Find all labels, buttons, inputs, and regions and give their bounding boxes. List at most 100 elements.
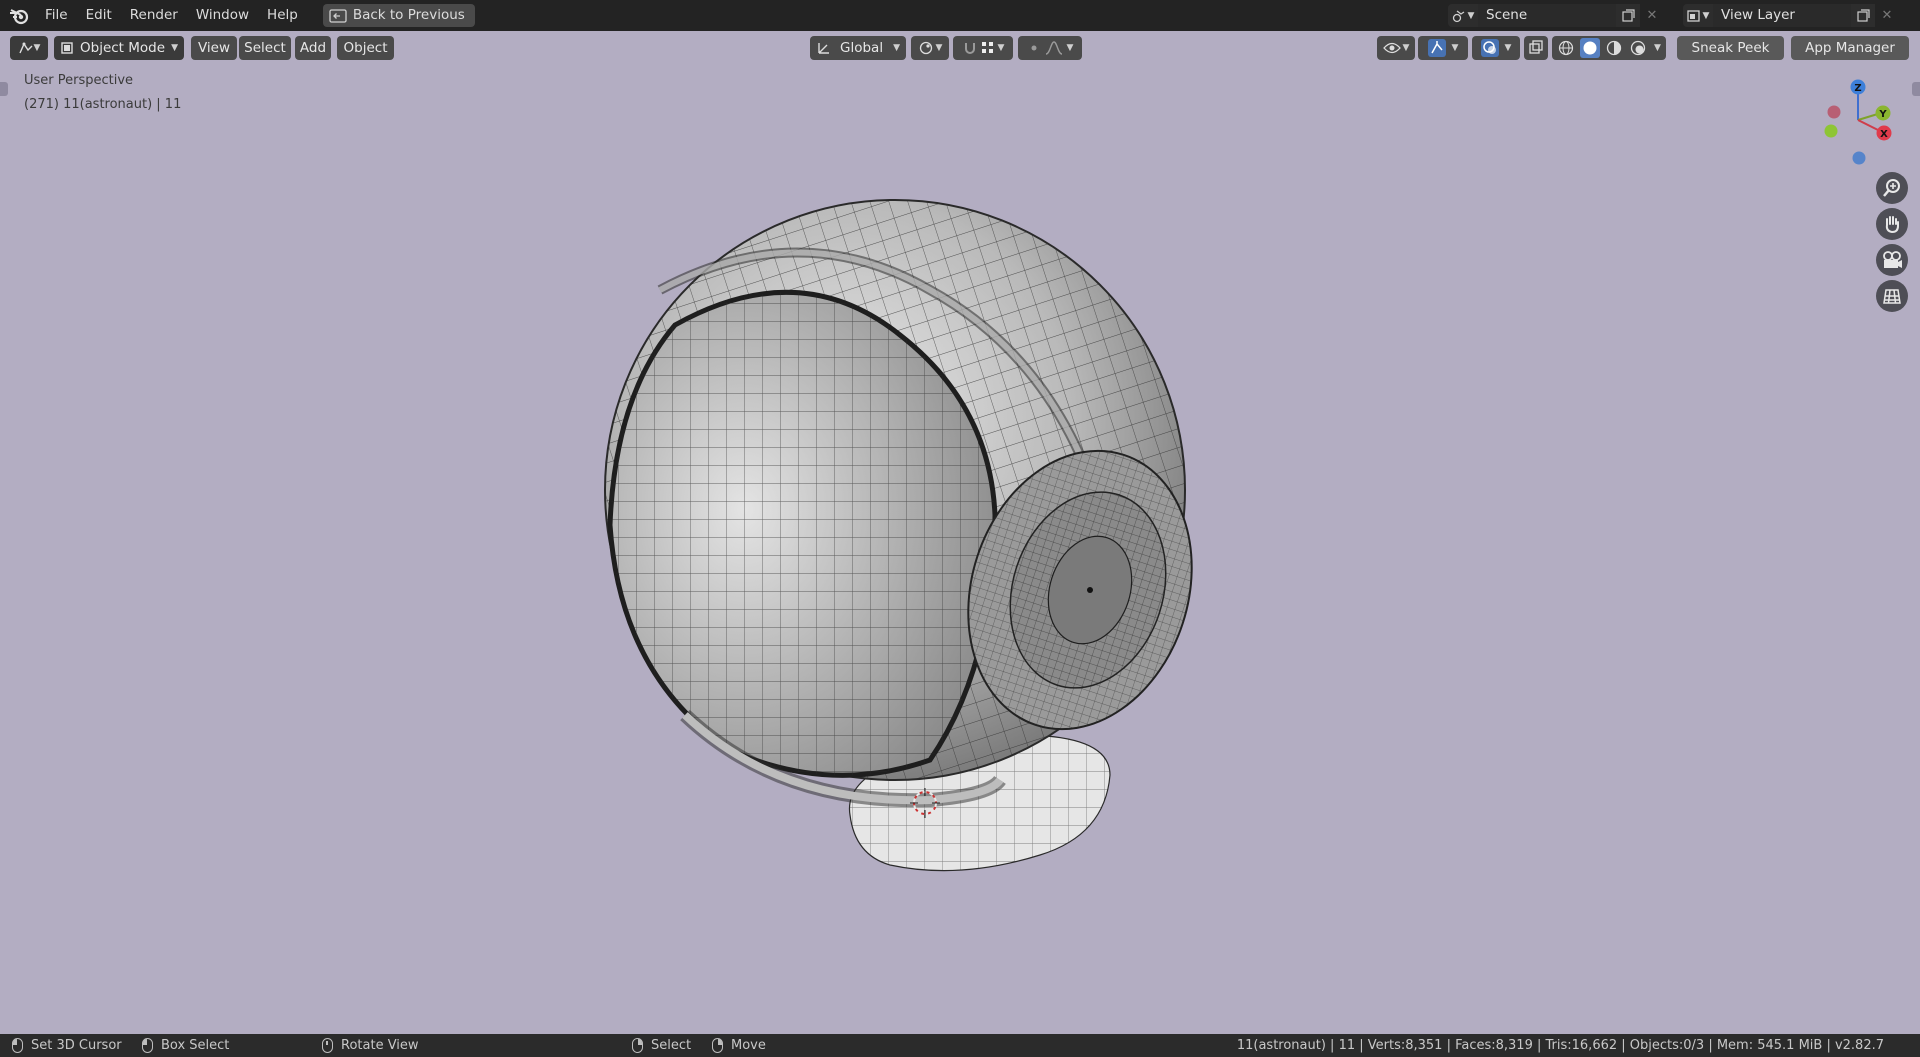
chevron-down-icon: ▼: [997, 43, 1005, 53]
close-icon: ✕: [1881, 8, 1893, 23]
mouse-right-icon: [632, 1038, 643, 1053]
pan-hand-icon: [1885, 216, 1899, 234]
status-move: Move: [712, 1034, 766, 1057]
object-mode-dropdown[interactable]: Object Mode ▼: [54, 36, 184, 60]
menu-window[interactable]: Window: [187, 0, 258, 31]
astronaut-helmet-model[interactable]: [600, 195, 1200, 875]
xray-toggle[interactable]: [1524, 36, 1548, 60]
delete-scene-button[interactable]: ✕: [1640, 4, 1664, 27]
mouse-middle-icon: [322, 1038, 333, 1053]
new-view-layer-button[interactable]: [1851, 4, 1875, 27]
camera-view-button[interactable]: [1876, 244, 1908, 276]
add-menu-button[interactable]: Add: [295, 36, 331, 60]
status-rotate-view: Rotate View: [322, 1034, 419, 1057]
menu-help[interactable]: Help: [258, 0, 307, 31]
overlay-toggle[interactable]: ▼: [1472, 36, 1520, 60]
app-manager-button[interactable]: App Manager: [1791, 36, 1909, 60]
object-mode-label: Object Mode: [80, 40, 166, 56]
chevron-down-icon[interactable]: ▼: [1654, 36, 1661, 60]
sidebar-region-toggle[interactable]: [1912, 82, 1920, 96]
back-to-previous-button[interactable]: Back to Previous: [322, 4, 475, 27]
chevron-down-icon: ▼: [1402, 43, 1410, 53]
snap-icon: [964, 43, 975, 54]
chevron-down-icon: ▼: [1504, 43, 1512, 53]
status-select-label: Select: [651, 1038, 692, 1053]
object-info-label: (271) 11(astronaut) | 11: [24, 97, 182, 112]
camera-icon: [1883, 251, 1902, 268]
view-menu-button[interactable]: View: [191, 36, 237, 60]
status-box-select: Box Select: [142, 1034, 229, 1057]
toolbar-region-toggle[interactable]: [0, 82, 8, 96]
back-icon: [329, 8, 347, 23]
select-menu-button[interactable]: Select: [239, 36, 291, 60]
menu-edit[interactable]: Edit: [77, 0, 121, 31]
zoom-button[interactable]: [1876, 172, 1908, 204]
scene-name-field[interactable]: Scene: [1478, 4, 1616, 27]
view-layer-name-field[interactable]: View Layer: [1713, 4, 1851, 27]
grid-icon: [1883, 289, 1901, 304]
editor-type-button[interactable]: ▼: [10, 36, 48, 60]
solid-shading-icon[interactable]: [1580, 38, 1600, 58]
mouse-left-icon: [12, 1038, 23, 1053]
orientation-label: Global: [840, 40, 884, 56]
gizmo-x-label: X: [1880, 129, 1888, 140]
view-layer-icon[interactable]: ▼: [1683, 4, 1713, 27]
object-menu-button[interactable]: Object: [337, 36, 394, 60]
mouse-drag-icon: [142, 1038, 153, 1053]
gizmo-icon: [1427, 39, 1446, 57]
menu-render[interactable]: Render: [121, 0, 187, 31]
scene-statistics: 11(astronaut) | 11 | Verts:8,351 | Faces…: [1236, 1038, 1884, 1053]
gizmo-toggle[interactable]: ▼: [1418, 36, 1468, 60]
visibility-icon: [1382, 42, 1401, 54]
xray-icon: [1529, 40, 1543, 54]
zoom-icon: [1883, 179, 1900, 197]
new-scene-button[interactable]: [1616, 4, 1640, 27]
back-to-previous-label: Back to Previous: [352, 7, 465, 23]
pivot-icon: [919, 41, 932, 55]
status-move-label: Move: [731, 1038, 766, 1053]
chevron-down-icon: ▼: [33, 43, 41, 53]
status-rotate-view-label: Rotate View: [341, 1038, 419, 1053]
wireframe-shading-icon[interactable]: [1556, 38, 1576, 58]
blender-logo-icon[interactable]: [2, 0, 36, 31]
navigation-gizmo[interactable]: Z Y X: [1815, 73, 1895, 173]
delete-view-layer-button[interactable]: ✕: [1875, 4, 1899, 27]
chevron-down-icon: ▼: [935, 43, 943, 53]
chevron-down-icon: ▼: [1066, 43, 1074, 53]
scene-selector: ▼ Scene ✕: [1448, 4, 1664, 27]
status-select: Select: [632, 1034, 691, 1057]
pivot-point-dropdown[interactable]: ▼: [911, 36, 949, 60]
chevron-down-icon: ▼: [893, 43, 900, 53]
status-set-cursor: Set 3D Cursor: [12, 1034, 122, 1057]
material-shading-icon[interactable]: [1604, 38, 1624, 58]
overlay-icon: [1480, 39, 1499, 57]
chevron-down-icon: ▼: [1451, 43, 1459, 53]
sneak-peek-button[interactable]: Sneak Peek: [1677, 36, 1784, 60]
mouse-right-drag-icon: [712, 1038, 723, 1053]
orientation-dropdown[interactable]: Global ▼: [810, 36, 906, 60]
visibility-dropdown[interactable]: ▼: [1377, 36, 1415, 60]
menu-file[interactable]: File: [36, 0, 77, 31]
status-set-cursor-label: Set 3D Cursor: [31, 1038, 122, 1053]
rendered-shading-icon[interactable]: [1628, 38, 1648, 58]
status-bar: Set 3D Cursor Box Select Rotate View Sel…: [0, 1034, 1920, 1057]
close-icon: ✕: [1646, 8, 1658, 23]
snap-group[interactable]: ▼: [953, 36, 1013, 60]
ortho-toggle-button[interactable]: [1876, 280, 1908, 312]
status-box-select-label: Box Select: [161, 1038, 230, 1053]
editor-type-icon: [18, 42, 33, 54]
object-mode-icon: [61, 42, 73, 54]
orientation-icon: [818, 43, 829, 54]
scene-icon[interactable]: ▼: [1448, 4, 1478, 27]
gizmo-z-label: Z: [1854, 83, 1861, 94]
proportional-icon: [1031, 45, 1037, 51]
snap-increment-icon: [981, 42, 993, 53]
proportional-editing-group[interactable]: ▼: [1018, 36, 1082, 60]
gizmo-y-label: Y: [1878, 109, 1887, 120]
perspective-label: User Perspective: [24, 73, 134, 88]
shading-mode-group: ▼: [1552, 36, 1666, 60]
chevron-down-icon: ▼: [171, 43, 178, 53]
view-layer-selector: ▼ View Layer ✕: [1683, 4, 1899, 27]
falloff-icon: [1045, 41, 1062, 55]
pan-button[interactable]: [1876, 208, 1908, 240]
